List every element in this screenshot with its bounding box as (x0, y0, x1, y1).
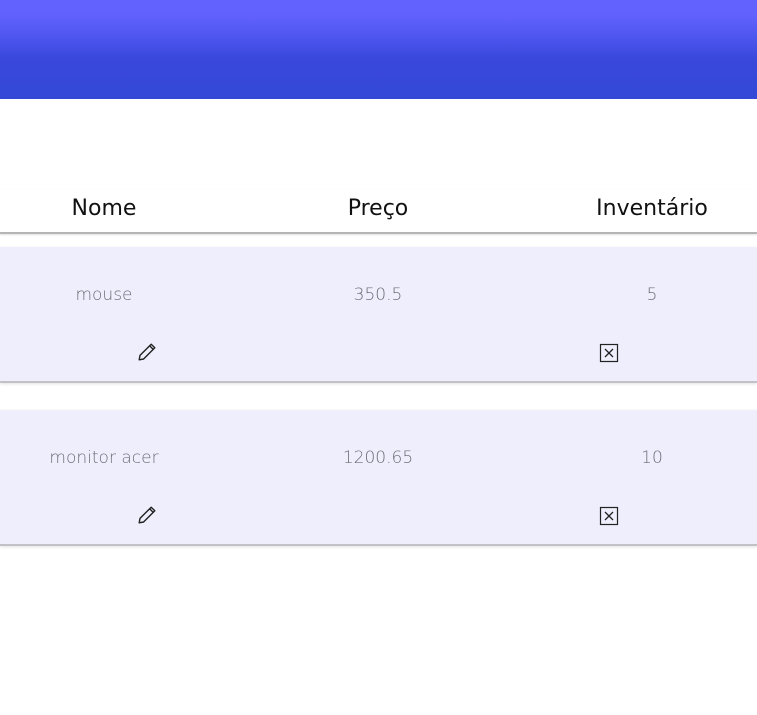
delete-button[interactable] (599, 343, 619, 363)
cell-inventario: 5 (646, 285, 658, 305)
table-header: Nome Preço Inventário (0, 190, 757, 234)
pencil-icon (138, 343, 156, 361)
cell-inventario: 10 (641, 448, 663, 468)
table-row: mouse 350.5 5 (0, 247, 757, 383)
cell-preco: 350.5 (353, 285, 403, 305)
cell-preco: 1200.65 (342, 448, 414, 468)
close-box-icon (599, 343, 619, 363)
pencil-icon (138, 506, 156, 524)
cell-nome: mouse (75, 285, 133, 305)
column-header-inventario: Inventário (596, 196, 708, 221)
cell-nome: monitor acer (49, 448, 159, 468)
column-header-preco: Preço (347, 196, 409, 221)
close-box-icon (599, 506, 619, 526)
edit-button[interactable] (136, 341, 158, 363)
column-header-nome: Nome (71, 196, 137, 221)
header-bar (0, 0, 757, 99)
table-row: monitor acer 1200.65 10 (0, 410, 757, 546)
delete-button[interactable] (599, 506, 619, 526)
edit-button[interactable] (136, 504, 158, 526)
